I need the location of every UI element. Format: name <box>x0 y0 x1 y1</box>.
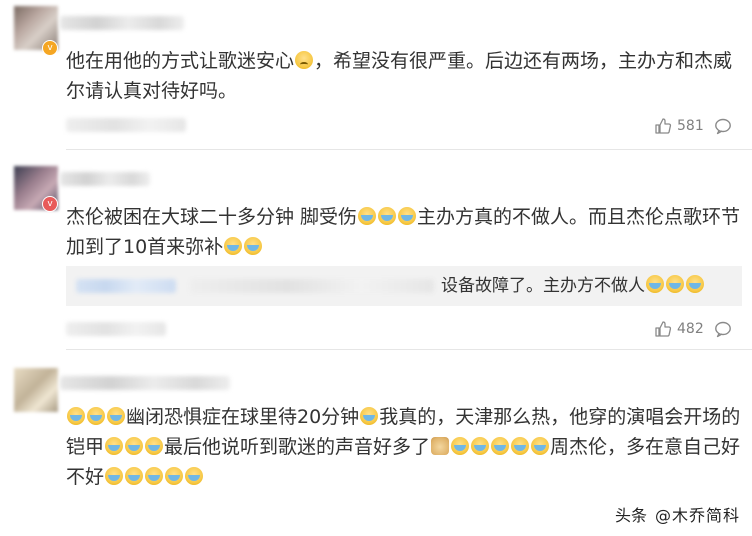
crying-face-emoji-icon <box>666 275 684 293</box>
crying-face-emoji-icon <box>491 437 510 455</box>
username-blurred[interactable] <box>60 16 184 30</box>
crying-face-emoji-icon <box>360 407 379 425</box>
crying-face-emoji-icon <box>185 467 204 485</box>
thumbs-up-icon <box>655 118 672 134</box>
timestamp-blurred <box>66 322 166 336</box>
timestamp-blurred <box>66 118 186 132</box>
crying-face-emoji-icon <box>511 437 530 455</box>
username-blurred[interactable] <box>60 172 150 186</box>
crying-face-emoji-icon <box>105 437 124 455</box>
verified-badge-icon: v <box>42 40 58 56</box>
like-count: 482 <box>677 321 704 337</box>
crying-face-emoji-icon <box>531 437 550 455</box>
crying-face-emoji-icon <box>451 437 470 455</box>
crying-face-emoji-icon <box>107 407 125 425</box>
crying-face-emoji-icon <box>358 207 377 225</box>
thumbs-up-icon <box>655 321 672 337</box>
crying-face-emoji-icon <box>471 437 490 455</box>
crying-face-emoji-icon <box>67 407 85 425</box>
crying-face-emoji-icon <box>145 437 164 455</box>
doge-emoji-icon <box>431 437 450 455</box>
username-blurred[interactable] <box>60 376 230 390</box>
crying-face-emoji-icon <box>646 275 664 293</box>
comment-item: v 他在用他的方式让歌迷安心 ，希望没有很严重。后边还有两场，主办方和杰威尔请认真… <box>0 0 752 150</box>
watermark-prefix: 头条 <box>614 506 647 525</box>
worried-face-emoji-icon <box>295 51 314 69</box>
crying-face-emoji-icon <box>105 467 124 485</box>
watermark-handle: @木乔简科 <box>654 506 740 525</box>
crying-face-emoji-icon <box>244 237 263 255</box>
like-button[interactable]: 581 <box>654 117 704 135</box>
crying-face-emoji-icon <box>378 207 397 225</box>
comment-item: v 杰伦被困在大球二十多分钟 脚受伤 主办方真的不做人。而且杰伦点歌环节加到了10… <box>0 150 752 350</box>
crying-face-emoji-icon <box>686 275 704 293</box>
comment-bubble-icon[interactable] <box>714 117 732 135</box>
reply-author-blurred <box>76 279 176 293</box>
reply-text-blurred <box>190 279 434 293</box>
crying-face-emoji-icon <box>125 467 144 485</box>
quoted-reply[interactable]: 设备故障了。主办方不做人 <box>66 266 742 306</box>
watermark: 头条 @木乔简科 <box>615 502 740 526</box>
verified-badge-icon: v <box>42 196 58 212</box>
crying-face-emoji-icon <box>398 207 417 225</box>
comment-bubble-icon[interactable] <box>714 320 732 338</box>
comment-text: 幽闭恐惧症在球里待20分钟 我真的，天津那么热，他穿的演唱会开场的铠甲 最后他说听到… <box>66 406 741 488</box>
like-button[interactable]: 482 <box>654 320 704 338</box>
reply-text: 设备故障了。主办方不做人 <box>441 266 705 306</box>
crying-face-emoji-icon <box>145 467 164 485</box>
crying-face-emoji-icon <box>125 437 144 455</box>
comment-text: 杰伦被困在大球二十多分钟 脚受伤 主办方真的不做人。而且杰伦点歌环节加到了10首来… <box>66 206 741 258</box>
crying-face-emoji-icon <box>165 467 184 485</box>
crying-face-emoji-icon <box>224 237 243 255</box>
crying-face-emoji-icon <box>87 407 105 425</box>
avatar[interactable] <box>14 368 58 412</box>
like-count: 581 <box>677 118 704 134</box>
comment-text: 他在用他的方式让歌迷安心 ，希望没有很严重。后边还有两场，主办方和杰威尔请认真对待… <box>66 50 733 102</box>
